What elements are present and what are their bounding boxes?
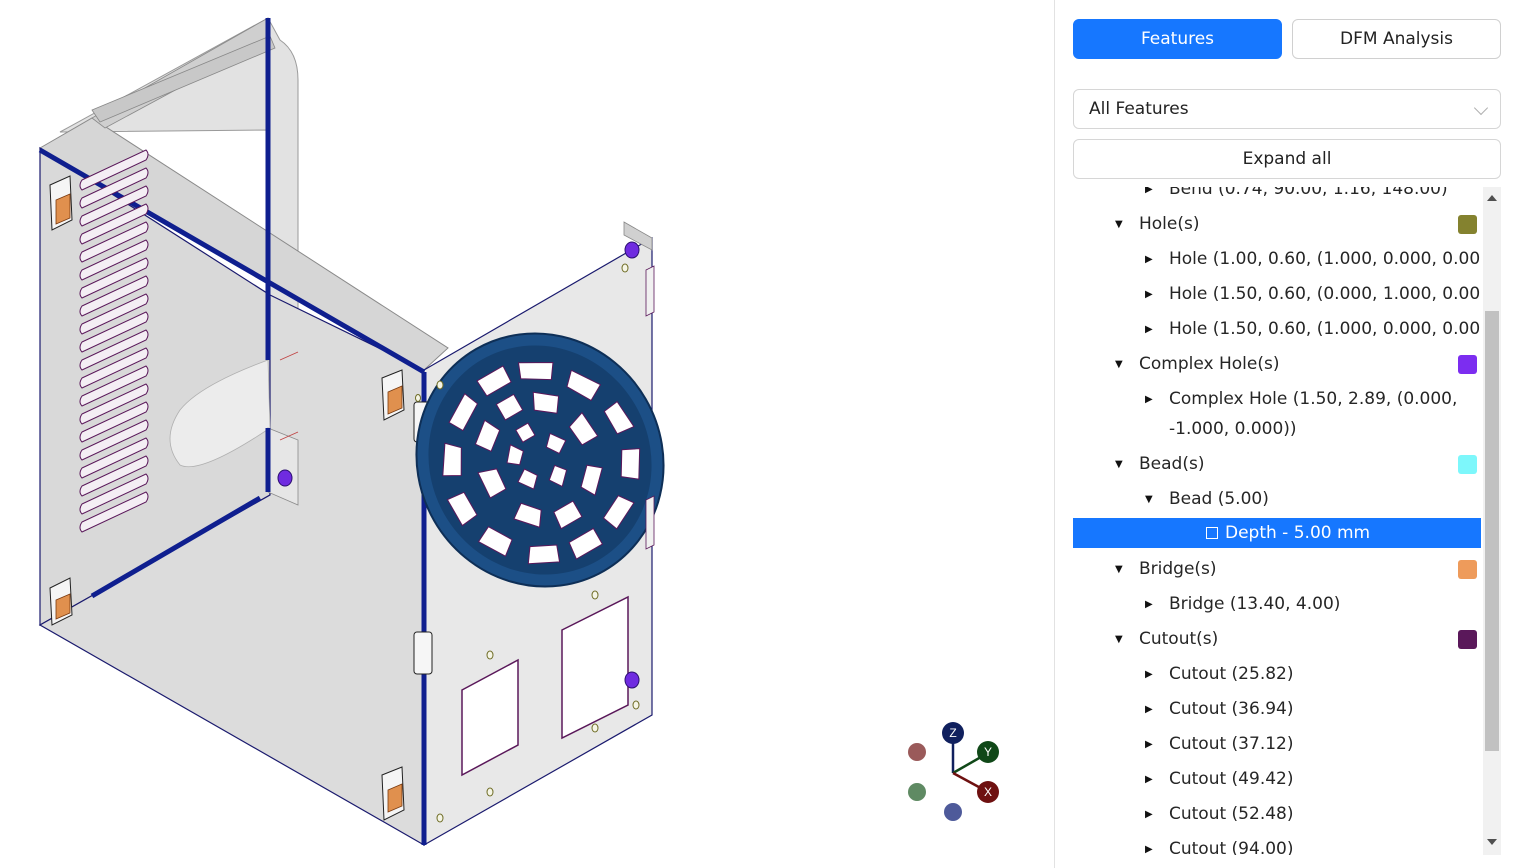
tree-item-label: Bead (5.00) [1169,489,1269,509]
tree-item-label: Cutout (94.00) [1169,839,1294,855]
tree-item-label: Hole (1.00, 0.60, (1.000, 0.000, 0.000)) [1169,249,1481,269]
panel-tabs: Features DFM Analysis [1073,19,1501,59]
tree-item-label: Bend (0.74, 90.00, 1.16, 148.00) [1169,187,1448,199]
tree-group-label: Bead(s) [1139,454,1205,474]
caret-down-icon: ▼ [1115,564,1123,575]
tree-item-bead[interactable]: ▼ Bead (5.00) [1073,482,1481,517]
caret-down-icon: ▼ [1115,459,1123,470]
tree-group-label: Complex Hole(s) [1139,354,1280,374]
tree-group-label: Bridge(s) [1139,559,1217,579]
tree-group-cutouts[interactable]: ▼ Cutout(s) [1073,622,1481,657]
caret-down-icon: ▼ [1115,359,1123,370]
scrollbar-thumb[interactable] [1485,311,1499,751]
tree-item-cutout[interactable]: ▶ Cutout (52.48) [1073,797,1481,832]
expand-all-button[interactable]: Expand all [1073,139,1501,179]
holes-color-swatch[interactable] [1458,215,1477,234]
caret-right-icon: ▶ [1145,599,1153,610]
scroll-down-icon[interactable] [1487,839,1497,845]
tree-group-label: Cutout(s) [1139,629,1219,649]
feature-filter-select[interactable]: All Features [1073,89,1501,129]
tab-dfm-analysis[interactable]: DFM Analysis [1292,19,1501,59]
tree-item-bridge[interactable]: ▶ Bridge (13.40, 4.00) [1073,587,1481,622]
caret-right-icon: ▶ [1145,394,1153,405]
3d-viewport[interactable]: Z Y X [0,0,1054,868]
feature-tree: ▶ Bend (0.74, 90.00, 1.16, 148.00) ▼ Hol… [1073,187,1481,855]
bridges-color-swatch[interactable] [1458,560,1477,579]
caret-down-icon: ▼ [1145,494,1153,505]
tree-item-hole[interactable]: ▶ Hole (1.50, 0.60, (1.000, 0.000, 0.000… [1073,312,1481,347]
negative-z-handle[interactable] [944,803,962,821]
caret-right-icon: ▶ [1145,844,1153,855]
caret-right-icon: ▶ [1145,809,1153,820]
caret-right-icon: ▶ [1145,669,1153,680]
tree-scrollbar[interactable] [1483,187,1501,855]
chevron-down-icon [1473,100,1489,116]
tree-item-hole[interactable]: ▶ Hole (1.00, 0.60, (1.000, 0.000, 0.000… [1073,242,1481,277]
tree-item-cutout[interactable]: ▶ Cutout (36.94) [1073,692,1481,727]
tree-item-label: Depth - 5.00 mm [1206,518,1370,548]
tree-group-label: Hole(s) [1139,214,1200,234]
caret-down-icon: ▼ [1115,219,1123,230]
caret-right-icon: ▶ [1145,254,1153,265]
tree-item-cutout[interactable]: ▶ Cutout (37.12) [1073,727,1481,762]
negative-y-handle[interactable] [908,783,926,801]
beads-color-swatch[interactable] [1458,455,1477,474]
tree-item-label: Hole (1.50, 0.60, (0.000, 1.000, 0.000)) [1169,284,1481,304]
tree-item-complex-hole[interactable]: ▶ Complex Hole (1.50, 2.89, (0.000, -1.0… [1073,382,1481,452]
tree-group-bridges[interactable]: ▼ Bridge(s) [1073,552,1481,587]
tree-item-cutout[interactable]: ▶ Cutout (49.42) [1073,762,1481,797]
scroll-up-icon[interactable] [1487,195,1497,201]
tree-item-label-continued: -1.000, 0.000)) [1169,419,1297,439]
tree-item-label: Cutout (37.12) [1169,734,1294,754]
axis-triad[interactable]: Z Y X [900,715,1020,835]
negative-x-handle[interactable] [908,743,926,761]
cutouts-color-swatch[interactable] [1458,630,1477,649]
tree-group-beads[interactable]: ▼ Bead(s) [1073,447,1481,482]
tree-item-label: Cutout (52.48) [1169,804,1294,824]
feature-panel: Features DFM Analysis All Features Expan… [1054,0,1513,868]
z-axis-label: Z [949,726,956,740]
tree-item-label: Cutout (36.94) [1169,699,1294,719]
tree-item-bend[interactable]: ▶ Bend (0.74, 90.00, 1.16, 148.00) [1073,187,1481,207]
caret-right-icon: ▶ [1145,704,1153,715]
tree-item-cutout[interactable]: ▶ Cutout (94.00) [1073,832,1481,855]
sheet-metal-model [38,17,665,847]
tree-group-complex-holes[interactable]: ▼ Complex Hole(s) [1073,347,1481,382]
caret-right-icon: ▶ [1145,739,1153,750]
x-axis-label: X [984,785,992,799]
caret-right-icon: ▶ [1145,289,1153,300]
depth-label: Depth - 5.00 mm [1225,523,1371,543]
tree-item-depth-selected[interactable]: Depth - 5.00 mm [1073,518,1481,548]
checkbox-icon[interactable] [1206,527,1218,539]
tab-features[interactable]: Features [1073,19,1282,59]
tree-item-label: Cutout (49.42) [1169,769,1294,789]
caret-right-icon: ▶ [1145,324,1153,335]
caret-right-icon: ▶ [1145,774,1153,785]
tree-group-holes[interactable]: ▼ Hole(s) [1073,207,1481,242]
tree-item-label: Cutout (25.82) [1169,664,1294,684]
tree-item-hole[interactable]: ▶ Hole (1.50, 0.60, (0.000, 1.000, 0.000… [1073,277,1481,312]
tree-item-cutout[interactable]: ▶ Cutout (25.82) [1073,657,1481,692]
tree-item-label: Hole (1.50, 0.60, (1.000, 0.000, 0.000)) [1169,319,1481,339]
y-axis-label: Y [984,745,992,759]
tree-item-label: Bridge (13.40, 4.00) [1169,594,1341,614]
caret-down-icon: ▼ [1115,634,1123,645]
caret-right-icon: ▶ [1145,187,1153,195]
feature-filter-value: All Features [1089,99,1189,119]
complex-holes-color-swatch[interactable] [1458,355,1477,374]
